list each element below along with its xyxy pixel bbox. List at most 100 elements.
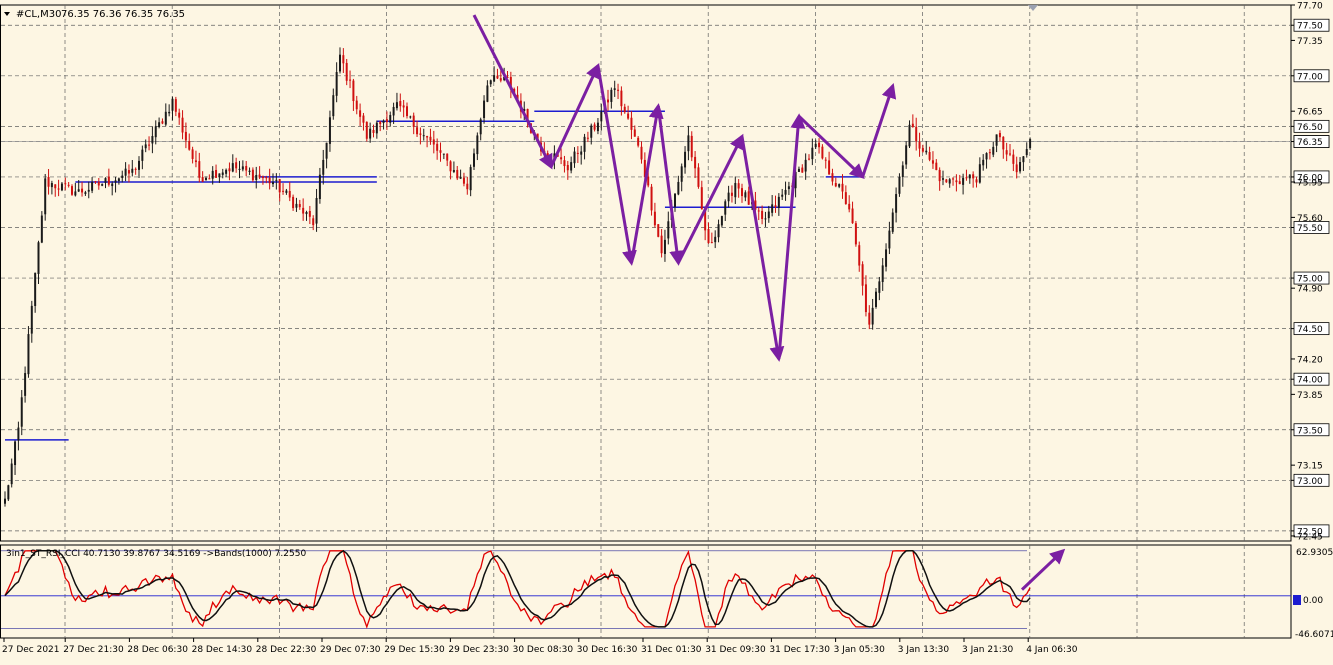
candle [694, 151, 697, 179]
candle [677, 175, 680, 196]
candle [931, 151, 934, 169]
candle [576, 146, 579, 163]
candle-body [339, 54, 341, 72]
candle-body [901, 165, 904, 178]
candle-body [1012, 154, 1015, 164]
candle-body [201, 177, 204, 182]
zigzag-arrow [677, 133, 744, 264]
candle [952, 177, 955, 186]
candle-body [121, 175, 124, 178]
candle-body [81, 188, 84, 193]
fast-line [4, 549, 1031, 629]
candle-body [318, 174, 321, 200]
price-chart[interactable]: 77.7077.5077.3577.0076.6576.5076.3576.00… [0, 0, 1333, 661]
candle [315, 188, 318, 232]
candle [161, 118, 164, 125]
candle [188, 133, 191, 151]
candle-body [138, 160, 140, 170]
candle-body [657, 224, 660, 237]
candle-body [797, 168, 800, 172]
candle-body [7, 485, 10, 500]
candle [563, 155, 566, 173]
candle [975, 176, 978, 188]
candle-body [154, 126, 157, 138]
candle [439, 142, 442, 162]
candle-body [409, 116, 412, 118]
candle-body [875, 291, 877, 307]
candle [255, 166, 258, 189]
candle [221, 168, 224, 179]
candle [921, 144, 924, 153]
candle [901, 161, 904, 187]
candle [818, 138, 821, 154]
price-tick-label: 75.00 [1297, 275, 1323, 285]
candle-body [127, 170, 130, 174]
candle [838, 183, 841, 189]
candle [107, 168, 110, 187]
candle-body [352, 80, 355, 102]
candle [968, 174, 971, 184]
candle [412, 112, 415, 135]
price-axis: 77.7077.5077.3577.0076.6576.5076.3576.00… [1291, 2, 1330, 542]
candle-body [724, 201, 727, 215]
time-label: 27 Dec 21:30 [63, 645, 124, 655]
candle [389, 111, 392, 127]
candle-body [91, 181, 94, 191]
candle-body [576, 152, 579, 154]
price-tick-label: 73.15 [1297, 462, 1323, 472]
indicator-axis-top: 62.9305 [1296, 548, 1333, 558]
candle-body [767, 211, 770, 219]
candle-body [952, 178, 955, 180]
candle-body [17, 427, 20, 441]
candle [998, 130, 1001, 142]
candle [744, 190, 747, 202]
candle [560, 148, 563, 165]
candle-body [305, 211, 308, 215]
candle-body [111, 183, 114, 187]
candle-body [593, 124, 596, 130]
candle-body [580, 151, 583, 155]
candle-body [734, 183, 737, 198]
candle-body [694, 156, 697, 169]
candle-body [486, 85, 489, 102]
candle [395, 92, 398, 111]
candle-body [707, 228, 710, 244]
candle-body [962, 177, 965, 185]
candle [586, 131, 589, 143]
candle [697, 163, 700, 189]
collapse-triangle-icon[interactable] [4, 12, 10, 16]
candle [948, 178, 951, 188]
candle [231, 154, 234, 173]
candle-body [878, 281, 881, 293]
candle [684, 146, 687, 174]
indicator-axis-bottom: -46.6071 [1295, 630, 1333, 640]
candle [225, 168, 228, 178]
candle-body [345, 62, 348, 81]
candle [201, 171, 204, 183]
candle-body [375, 122, 378, 134]
candle-body [483, 100, 486, 119]
candle [191, 146, 194, 164]
candle [308, 205, 311, 225]
candle-body [781, 194, 784, 197]
candle [761, 205, 764, 225]
candle-body [268, 177, 271, 184]
candle-body [824, 159, 827, 161]
candle-body [720, 216, 723, 226]
candle-body [104, 178, 107, 183]
candle [34, 272, 37, 313]
candle-body [834, 183, 837, 187]
candle-body [1019, 162, 1022, 172]
candle-body [844, 192, 847, 204]
candle [637, 135, 640, 148]
candle [54, 184, 57, 197]
price-tick-label: 74.20 [1297, 355, 1323, 365]
time-label: 31 Dec 09:30 [705, 645, 766, 655]
candle-body [891, 212, 894, 232]
candle-body [44, 178, 47, 215]
candle-body [757, 210, 760, 212]
candle-body [335, 72, 338, 96]
candle [808, 154, 810, 161]
candle [972, 171, 975, 188]
candle-body [610, 89, 613, 102]
